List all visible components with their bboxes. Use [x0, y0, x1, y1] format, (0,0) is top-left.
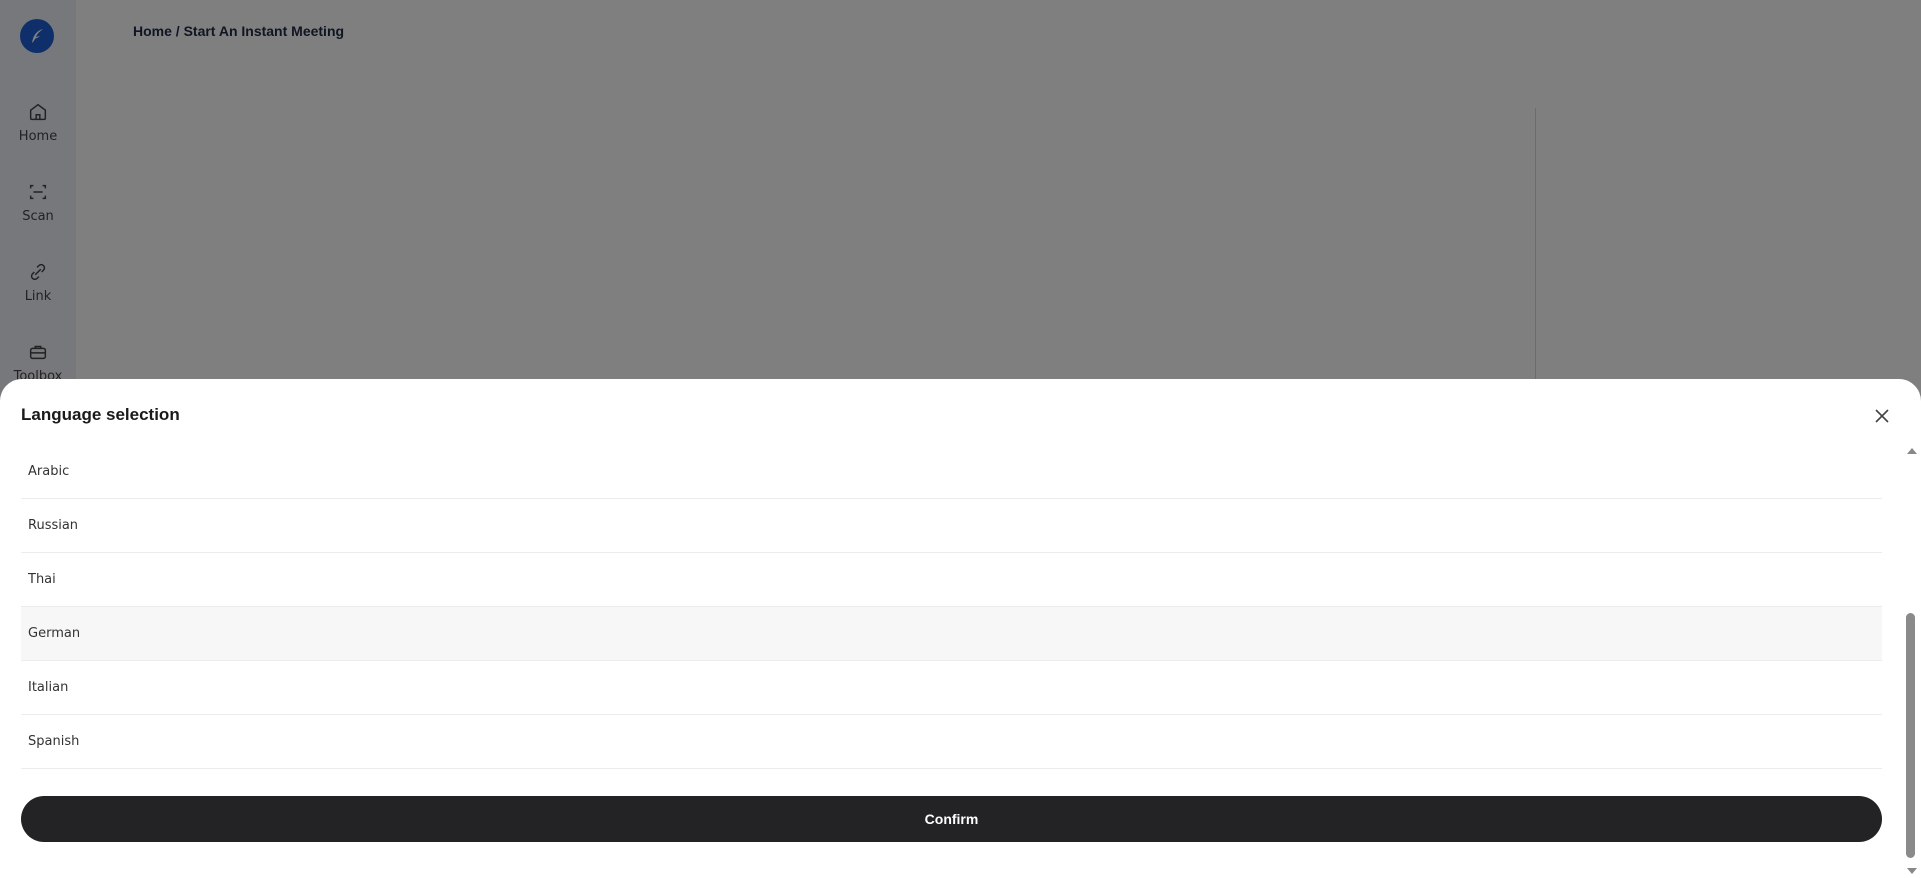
scroll-down-arrow-icon[interactable]	[1907, 868, 1917, 874]
language-list: Arabic Russian Thai German Italian Spani…	[21, 445, 1882, 769]
language-option-german[interactable]: German	[21, 607, 1882, 661]
language-option-russian[interactable]: Russian	[21, 499, 1882, 553]
language-option-italian[interactable]: Italian	[21, 661, 1882, 715]
close-button[interactable]	[1870, 404, 1894, 428]
confirm-button[interactable]: Confirm	[21, 796, 1882, 842]
language-option-arabic[interactable]: Arabic	[21, 445, 1882, 499]
language-option-thai[interactable]: Thai	[21, 553, 1882, 607]
close-icon	[1875, 409, 1889, 423]
scroll-up-arrow-icon[interactable]	[1907, 448, 1917, 454]
scrollbar-thumb[interactable]	[1906, 613, 1915, 858]
sheet-title: Language selection	[21, 405, 180, 424]
language-option-spanish[interactable]: Spanish	[21, 715, 1882, 769]
scrollbar[interactable]	[1904, 448, 1918, 878]
language-selection-sheet: Language selection Arabic Russian Thai G…	[0, 379, 1921, 878]
